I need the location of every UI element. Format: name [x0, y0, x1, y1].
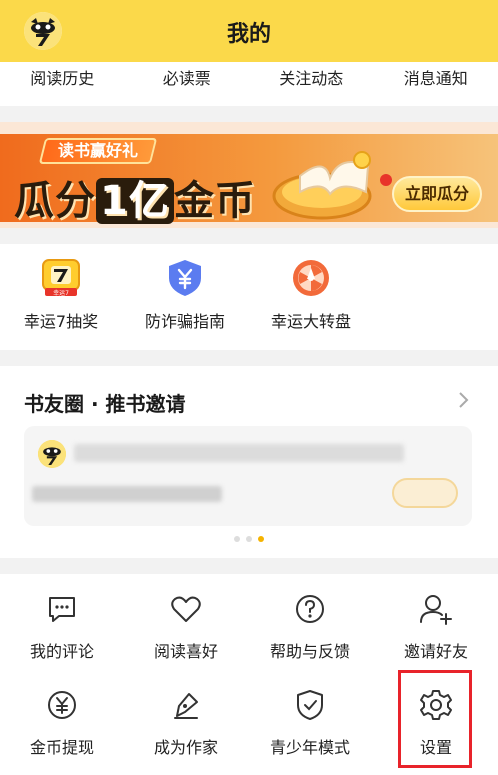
menu-help-feedback[interactable]: 帮助与反馈	[248, 592, 372, 662]
menu-reading-pref[interactable]: 阅读喜好	[124, 592, 248, 662]
book-circle-section: 书友圈 · 推书邀请	[0, 366, 498, 558]
settings-highlight-box	[398, 670, 472, 768]
menu-become-writer[interactable]: 成为作家	[124, 688, 248, 758]
chevron-right-icon[interactable]	[456, 390, 470, 410]
comment-icon	[49, 597, 75, 622]
tool-lucky7-label: 幸运7抽奖	[23, 312, 99, 331]
wheel-icon	[293, 260, 329, 296]
menu-label: 邀请好友	[403, 642, 468, 661]
shield-yen-icon	[169, 260, 201, 296]
quick-link-history[interactable]: 阅读历史	[0, 62, 125, 106]
tool-anti-fraud-label: 防诈骗指南	[144, 312, 225, 331]
menu-label: 青少年模式	[269, 738, 350, 757]
heart-icon	[171, 596, 201, 622]
carousel-dots	[0, 536, 498, 542]
shield-check-icon	[297, 690, 323, 720]
tool-lucky-wheel-label: 幸运大转盘	[270, 312, 351, 331]
book-circle-card[interactable]	[24, 426, 472, 526]
banner-cta-button[interactable]: 立即瓜分	[392, 176, 482, 212]
banner-headline-a: 瓜分	[14, 178, 96, 224]
coin-icon	[48, 691, 76, 719]
menu-withdraw-coins[interactable]: 金币提现	[0, 688, 124, 758]
quick-link-messages[interactable]: 消息通知	[374, 62, 498, 106]
quick-links: 阅读历史 必读票 关注动态 消息通知	[0, 62, 498, 106]
banner-headline: 瓜分 1亿 金币	[14, 168, 256, 226]
menu-label: 金币提现	[29, 738, 94, 757]
menu-my-comments[interactable]: 我的评论	[0, 592, 124, 662]
tool-lucky7[interactable]: 幸运7 幸运7抽奖	[6, 258, 116, 332]
avatar	[38, 440, 66, 468]
book-circle-title: 书友圈 · 推书邀请	[24, 392, 186, 416]
carousel-dot-active[interactable]	[258, 536, 264, 542]
carousel-dot[interactable]	[246, 536, 252, 542]
banner-headline-c: 金币	[173, 178, 256, 224]
banner-headline-b: 1亿	[96, 178, 174, 224]
banner-tag: 读书赢好礼	[38, 138, 158, 164]
add-user-icon	[420, 595, 452, 625]
top-bar: 我的	[0, 0, 498, 62]
menu-label: 我的评论	[29, 642, 94, 661]
blurred-text	[74, 444, 404, 462]
menu-teen-mode[interactable]: 青少年模式	[248, 688, 372, 758]
menu-label: 成为作家	[153, 738, 218, 757]
quick-link-must-read[interactable]: 必读票	[125, 62, 250, 106]
tool-lucky-wheel[interactable]: 幸运大转盘	[256, 258, 366, 332]
carousel-dot[interactable]	[234, 536, 240, 542]
page-title: 我的	[226, 22, 271, 47]
menu-label: 帮助与反馈	[269, 642, 350, 661]
help-icon	[296, 595, 324, 623]
menu-label: 阅读喜好	[153, 642, 218, 661]
invite-pill-button[interactable]	[392, 478, 458, 508]
tool-anti-fraud[interactable]: 防诈骗指南	[130, 258, 240, 332]
quick-link-following[interactable]: 关注动态	[249, 62, 374, 106]
lucky7-icon: 幸运7	[42, 259, 80, 297]
blurred-text	[32, 486, 222, 502]
banner-tag-label: 读书赢好礼	[58, 141, 139, 160]
tools-row: 幸运7 幸运7抽奖 防诈骗指南 幸运大转盘	[0, 244, 498, 350]
lucky7-badge: 幸运7	[53, 289, 69, 297]
book-coins-icon	[272, 151, 392, 220]
menu-invite-friends[interactable]: 邀请好友	[374, 592, 498, 662]
pen-icon	[174, 693, 198, 719]
promo-banner[interactable]: 读书赢好礼 瓜分 1亿 金币 立即瓜分	[0, 122, 498, 228]
